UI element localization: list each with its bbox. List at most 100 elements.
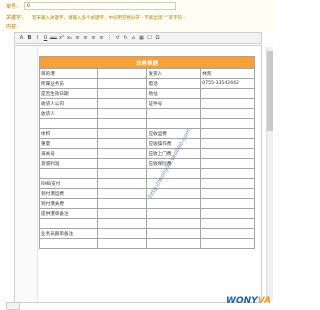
table-cell[interactable]	[146, 118, 202, 129]
table-cell[interactable]: RMB支付	[38, 178, 99, 189]
table-cell[interactable]: 目的港	[38, 68, 99, 79]
table-cell[interactable]: 重量	[38, 138, 99, 149]
table-cell[interactable]: 证件号	[146, 98, 202, 109]
table-cell[interactable]	[97, 148, 148, 159]
table-cell[interactable]: 提供港单备注	[38, 208, 99, 219]
bold-button[interactable]: B	[26, 35, 33, 42]
table-cell[interactable]	[38, 238, 99, 249]
table-cell[interactable]	[97, 178, 148, 189]
table-cell[interactable]	[200, 128, 255, 139]
table-cell[interactable]	[200, 108, 255, 119]
table-cell[interactable]	[97, 98, 148, 109]
table-cell[interactable]	[97, 118, 148, 129]
table-cell[interactable]	[200, 188, 255, 199]
table-cell[interactable]	[200, 178, 255, 189]
table-cell[interactable]	[146, 228, 202, 239]
table-row: 提供港单备注	[38, 208, 255, 219]
table-cell[interactable]	[200, 238, 255, 249]
undo-button[interactable]: ↺	[114, 35, 121, 42]
table-cell[interactable]	[97, 188, 148, 199]
rich-text-editor[interactable]: 业务单据 目的港 发货人 林凯 所属业务员 电话 0755-33542642 是否生效日期 地…	[14, 45, 262, 303]
table-cell[interactable]: 发货人	[146, 68, 202, 79]
list-button[interactable]: ⋮	[106, 35, 113, 42]
underline-button[interactable]: U	[42, 35, 49, 42]
table-cell[interactable]	[200, 208, 255, 219]
table-cell[interactable]	[146, 208, 202, 219]
table-row	[38, 218, 255, 229]
table-cell[interactable]	[97, 168, 148, 179]
scrollbar-thumb[interactable]	[267, 51, 273, 131]
table-cell[interactable]	[200, 148, 255, 159]
table-cell[interactable]: 到付港运费	[38, 188, 99, 199]
table-row	[38, 118, 255, 129]
table-cell[interactable]	[38, 218, 99, 229]
justify-button[interactable]: ≡	[98, 35, 105, 42]
table-cell[interactable]: 业务员跟单备注	[38, 228, 99, 239]
table-cell[interactable]	[97, 88, 148, 99]
table-row	[38, 168, 255, 179]
table-cell[interactable]	[200, 88, 255, 99]
italic-button[interactable]: I	[34, 35, 41, 42]
table-row: 所属业务员 电话 0755-33542642	[38, 78, 255, 89]
superscript-button[interactable]: x²	[58, 35, 65, 42]
subscript-button[interactable]: x₂	[66, 35, 73, 42]
table-cell[interactable]: 收货人公司	[38, 98, 99, 109]
table-row: 重量 应收操作费	[38, 138, 255, 149]
table-cell[interactable]: 货值利润	[38, 158, 99, 169]
table-cell[interactable]	[97, 158, 148, 169]
strikethrough-button[interactable]: ABC	[50, 35, 57, 42]
business-form-table: 业务单据 目的港 发货人 林凯 所属业务员 电话 0755-33542642 是否生效日期 地…	[38, 56, 255, 249]
table-button[interactable]: ▦	[138, 35, 145, 42]
table-cell[interactable]: 收货人	[38, 108, 99, 119]
table-cell[interactable]	[200, 218, 255, 229]
table-cell[interactable]	[97, 218, 148, 229]
content-label: 内容：	[6, 24, 22, 30]
table-cell[interactable]	[38, 168, 99, 179]
special-char-button[interactable]: Ω	[154, 35, 161, 42]
resize-handle[interactable]	[6, 302, 20, 310]
table-cell[interactable]	[200, 118, 255, 129]
table-cell[interactable]	[97, 138, 148, 149]
table-row: 是否生效日期 地址	[38, 88, 255, 99]
table-cell[interactable]	[146, 198, 202, 209]
table-cell[interactable]: 海关号	[38, 148, 99, 159]
table-cell[interactable]	[200, 98, 255, 109]
table-cell[interactable]	[97, 68, 148, 79]
link-button[interactable]: ⌂	[130, 35, 137, 42]
table-cell[interactable]	[97, 198, 148, 209]
table-cell[interactable]: 林凯	[200, 68, 255, 79]
align-left-button[interactable]: ≡	[74, 35, 81, 42]
align-right-button[interactable]: ≡	[90, 35, 97, 42]
table-cell[interactable]	[200, 168, 255, 179]
table-cell[interactable]	[146, 218, 202, 229]
vertical-scrollbar[interactable]	[266, 47, 273, 301]
table-cell[interactable]	[97, 208, 148, 219]
table-cell[interactable]	[200, 158, 255, 169]
table-cell[interactable]	[146, 238, 202, 249]
table-cell[interactable]: 电话	[146, 78, 202, 89]
table-cell[interactable]	[200, 198, 255, 209]
table-cell[interactable]	[38, 118, 99, 129]
redo-button[interactable]: ↻	[122, 35, 129, 42]
table-cell[interactable]	[97, 78, 148, 89]
image-button[interactable]: ☐	[146, 35, 153, 42]
table-cell[interactable]: 到付港关费	[38, 198, 99, 209]
table-cell[interactable]	[97, 128, 148, 139]
align-center-button[interactable]: ≡	[82, 35, 89, 42]
table-cell[interactable]: 体积	[38, 128, 99, 139]
table-cell[interactable]: 是否生效日期	[38, 88, 99, 99]
table-cell[interactable]: 所属业务员	[38, 78, 99, 89]
table-cell[interactable]: 应收运费	[146, 128, 202, 139]
table-cell[interactable]: 地址	[146, 88, 202, 99]
table-cell[interactable]	[97, 238, 148, 249]
table-cell[interactable]	[146, 168, 202, 179]
table-cell[interactable]: 0755-33542642	[200, 78, 255, 89]
table-cell[interactable]	[200, 228, 255, 239]
tags-input[interactable]	[29, 15, 30, 21]
table-cell[interactable]	[200, 138, 255, 149]
table-cell[interactable]	[97, 228, 148, 239]
table-cell[interactable]	[97, 108, 148, 119]
table-cell[interactable]	[146, 108, 202, 119]
order-number-input[interactable]: 0	[24, 2, 177, 10]
font-color-button[interactable]: A	[18, 35, 25, 42]
